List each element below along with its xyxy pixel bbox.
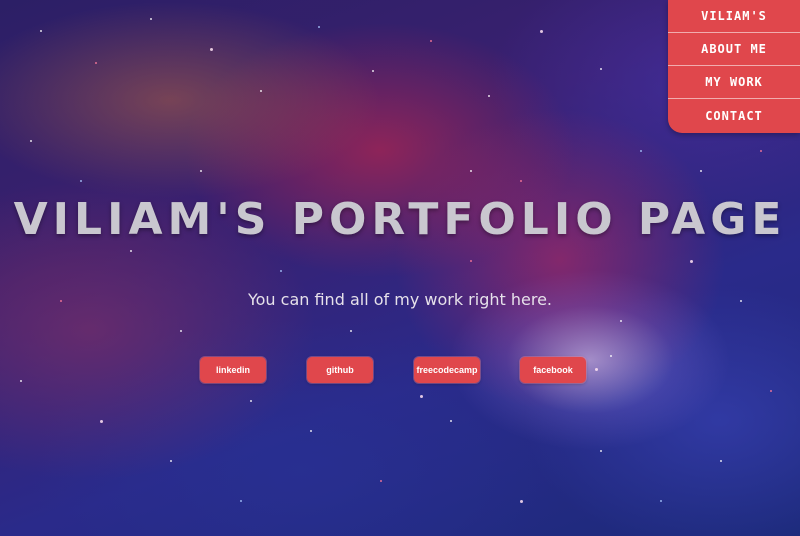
nav-link-about-me[interactable]: ABOUT ME: [668, 33, 800, 66]
nav-link-contact[interactable]: CONTACT: [668, 99, 800, 133]
page-subtitle: You can find all of my work right here.: [247, 290, 552, 309]
github-button[interactable]: github: [307, 357, 373, 383]
nav-link-home[interactable]: VILIAM'S: [668, 0, 800, 33]
linkedin-button[interactable]: linkedin: [200, 357, 266, 383]
top-navigation: VILIAM'S ABOUT ME MY WORK CONTACT: [668, 0, 800, 133]
page-title: VILIAM'S PORTFOLIO PAGE: [13, 194, 787, 245]
nav-link-my-work[interactable]: MY WORK: [668, 66, 800, 99]
facebook-button[interactable]: facebook: [520, 357, 586, 383]
freecodecamp-button[interactable]: freecodecamp: [414, 357, 480, 383]
social-links: linkedin github freecodecamp facebook: [0, 357, 800, 383]
